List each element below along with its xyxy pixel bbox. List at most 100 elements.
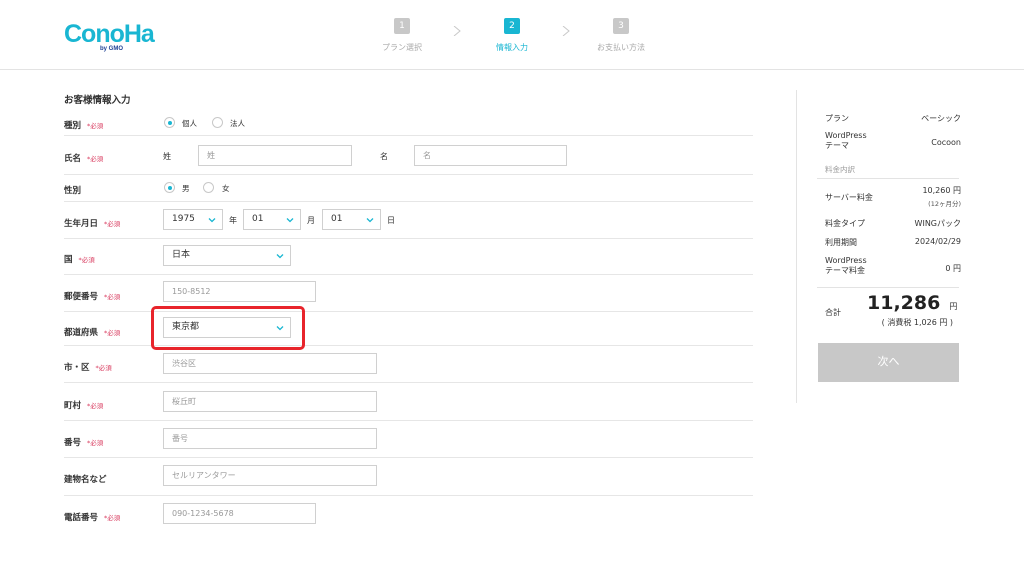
- birth-year-select[interactable]: 1975: [163, 209, 223, 230]
- form-title: お客様情報入力: [64, 95, 131, 106]
- birth-day-value: 01: [331, 214, 343, 224]
- step-number: 3: [613, 18, 629, 34]
- radio-female-label: 女: [222, 184, 230, 193]
- town-input[interactable]: 桜丘町: [163, 391, 377, 412]
- row-building: 建物名など セルリアンタワー: [64, 458, 753, 496]
- row-name: 氏名 *必須 姓 姓 名 名: [64, 136, 753, 175]
- radio-female[interactable]: [203, 182, 214, 193]
- row-label: 都道府県 *必須: [64, 328, 121, 338]
- chevron-right-icon: [453, 26, 461, 36]
- last-name-input[interactable]: 姓: [198, 145, 352, 166]
- month-unit: 月: [307, 216, 315, 225]
- row-label: 性別: [64, 186, 82, 196]
- radio-individual-label: 個人: [182, 119, 197, 128]
- row-label: 郵便番号 *必須: [64, 292, 121, 302]
- required-mark: *必須: [87, 439, 104, 447]
- row-label: 番号 *必須: [64, 438, 104, 448]
- order-summary: プラン ベーシック WordPress テーマ Cocoon 料金内訳 サーバー…: [796, 90, 1024, 403]
- svg-text:by GMO: by GMO: [100, 46, 123, 52]
- radio-male[interactable]: [164, 182, 175, 193]
- chevron-down-icon: [276, 254, 284, 259]
- divider: [817, 287, 959, 288]
- required-mark: *必須: [104, 329, 121, 337]
- plan-label: プラン: [825, 114, 849, 123]
- tax-note: ( 消費税 1,026 円 ): [881, 318, 953, 327]
- radio-individual[interactable]: [164, 117, 175, 128]
- summary-period: 利用期間 2024/02/29: [825, 237, 961, 248]
- chevron-right-icon: [562, 26, 570, 36]
- period-label: 利用期間: [825, 238, 857, 247]
- theme-fee-label-2: テーマ料金: [825, 266, 865, 275]
- next-button[interactable]: 次へ: [818, 343, 959, 382]
- row-label: 国 *必須: [64, 255, 95, 265]
- theme-fee-label-1: WordPress: [825, 256, 867, 265]
- row-label: 種別 *必須: [64, 121, 104, 131]
- theme-value: Cocoon: [931, 138, 961, 147]
- first-name-input[interactable]: 名: [414, 145, 567, 166]
- step-number: 1: [394, 18, 410, 34]
- required-mark: *必須: [104, 293, 121, 301]
- row-label: 生年月日 *必須: [64, 219, 121, 229]
- birth-year-value: 1975: [172, 214, 195, 224]
- year-unit: 年: [229, 216, 237, 225]
- row-town: 町村 *必須 桜丘町: [64, 383, 753, 421]
- customer-info-form: お客様情報入力 種別 *必須 個人 法人 氏名 *必須 姓 姓 名 名 性別 男 女…: [0, 70, 800, 561]
- summary-total: 11,286 円: [867, 292, 957, 314]
- conoha-logo[interactable]: ConoHa by GMO: [64, 18, 156, 52]
- address-number-input[interactable]: 番号: [163, 428, 377, 449]
- fee-type-value: WINGパック: [914, 219, 961, 228]
- theme-label-2: テーマ: [825, 141, 849, 150]
- radio-male-label: 男: [182, 184, 190, 193]
- chevron-down-icon: [286, 218, 294, 223]
- birth-month-select[interactable]: 01: [243, 209, 301, 230]
- row-label: 氏名 *必須: [64, 154, 104, 164]
- step-payment: 3 お支払い方法: [581, 18, 661, 53]
- row-birthdate: 生年月日 *必須 1975 年 01 月 01 日: [64, 202, 753, 239]
- row-country: 国 *必須 日本: [64, 239, 753, 275]
- row-label: 電話番号 *必須: [64, 513, 121, 523]
- summary-theme-fee: WordPress テーマ料金 0 円: [825, 256, 961, 280]
- step-label: プラン選択: [382, 43, 422, 52]
- row-label: 市・区 *必須: [64, 363, 112, 373]
- highlight-box: [151, 306, 305, 350]
- server-fee-note: (12ヶ月分): [928, 200, 961, 208]
- divider: [817, 178, 959, 179]
- country-select[interactable]: 日本: [163, 245, 291, 266]
- phone-input[interactable]: 090-1234-5678: [163, 503, 316, 524]
- row-city: 市・区 *必須 渋谷区: [64, 346, 753, 383]
- theme-fee-value: 0 円: [945, 264, 961, 273]
- building-input[interactable]: セルリアンタワー: [163, 465, 377, 486]
- radio-corporate[interactable]: [212, 117, 223, 128]
- postal-code-input[interactable]: 150-8512: [163, 281, 316, 302]
- plan-value: ベーシック: [921, 114, 961, 123]
- first-name-label: 名: [380, 152, 388, 161]
- required-mark: *必須: [104, 514, 121, 522]
- country-value: 日本: [172, 250, 191, 260]
- chevron-down-icon: [366, 218, 374, 223]
- row-phone: 電話番号 *必須 090-1234-5678: [64, 496, 753, 534]
- server-fee-value: 10,260 円: [922, 186, 961, 195]
- step-number: 2: [504, 18, 520, 34]
- summary-plan: プラン ベーシック: [825, 113, 961, 124]
- summary-server-fee: サーバー料金 10,260 円 (12ヶ月分): [825, 185, 961, 209]
- header: ConoHa by GMO 1 プラン選択 2 情報入力 3 お支払い方法: [0, 0, 1024, 70]
- row-gender: 性別 男 女: [64, 175, 753, 202]
- svg-text:ConoHa: ConoHa: [64, 20, 156, 48]
- birth-month-value: 01: [252, 214, 264, 224]
- total-unit: 円: [949, 302, 958, 311]
- step-label: 情報入力: [496, 43, 528, 52]
- theme-label-1: WordPress: [825, 131, 867, 140]
- required-mark: *必須: [87, 402, 104, 410]
- radio-corporate-label: 法人: [230, 119, 245, 128]
- required-mark: *必須: [87, 155, 104, 163]
- required-mark: *必須: [95, 364, 112, 372]
- day-unit: 日: [387, 216, 395, 225]
- summary-fee-type: 料金タイプ WINGパック: [825, 218, 961, 229]
- chevron-down-icon: [208, 218, 216, 223]
- server-fee-label: サーバー料金: [825, 193, 873, 202]
- fee-type-label: 料金タイプ: [825, 219, 865, 228]
- row-type: 種別 *必須 個人 法人: [64, 111, 753, 136]
- city-input[interactable]: 渋谷区: [163, 353, 377, 374]
- birth-day-select[interactable]: 01: [322, 209, 381, 230]
- row-address-number: 番号 *必須 番号: [64, 421, 753, 458]
